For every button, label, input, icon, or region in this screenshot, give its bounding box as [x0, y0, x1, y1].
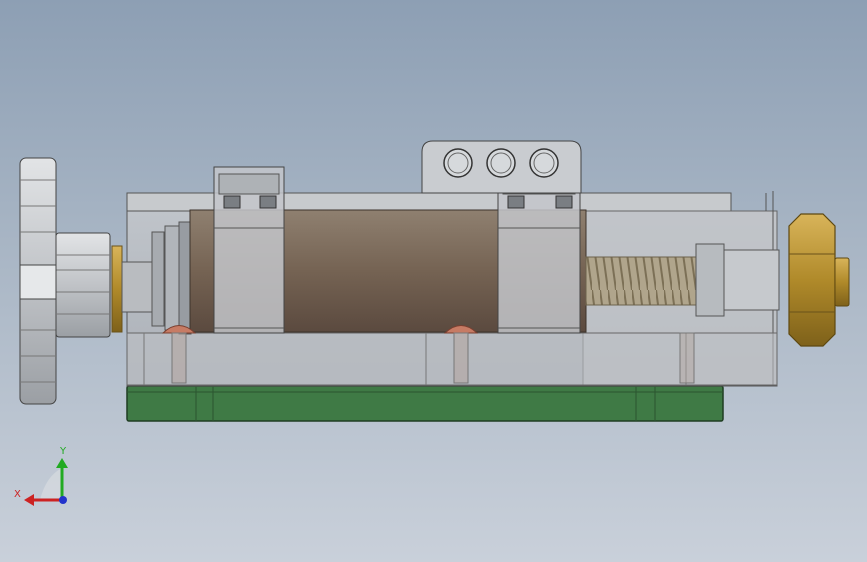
mounting-bracket-icon[interactable]: [421, 140, 582, 194]
shaft-assembly: [111, 221, 192, 335]
hand-knob-icon[interactable]: [19, 157, 111, 405]
coordinate-triad-icon: Y X: [14, 446, 68, 506]
clamp-band-left[interactable]: [213, 166, 285, 334]
hex-nut-icon[interactable]: [788, 213, 850, 347]
base-plate[interactable]: [126, 385, 724, 422]
x-axis-label: X: [14, 489, 21, 500]
y-axis-label: Y: [59, 446, 67, 457]
cad-viewport[interactable]: Y X: [0, 0, 867, 562]
